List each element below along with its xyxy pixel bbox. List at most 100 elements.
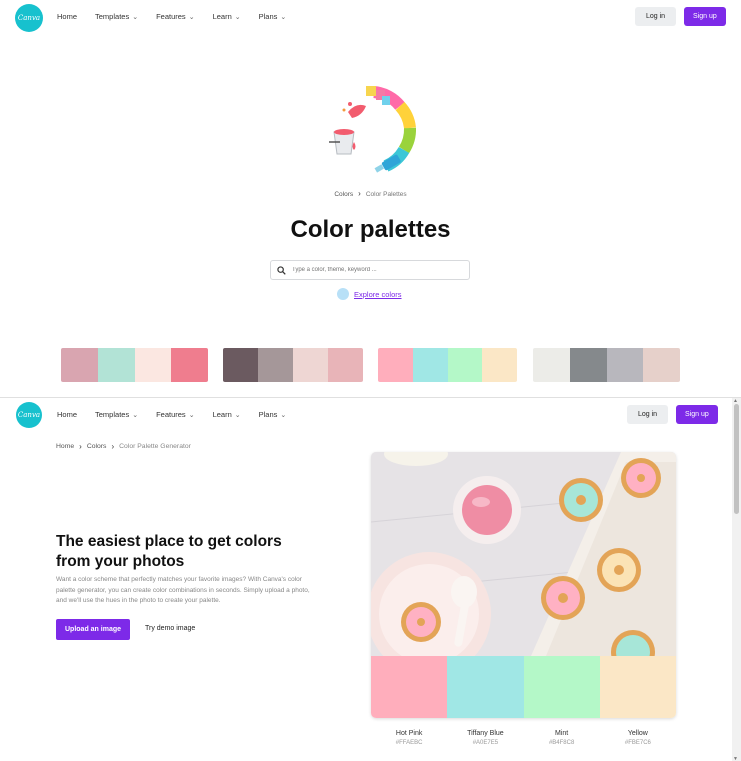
nav-item-learn[interactable]: Learn ⌄ [213,410,241,419]
chevron-down-icon: ⌄ [280,13,287,21]
palette-labels: Hot Pink #FFAEBC Tiffany Blue #A0E7E5 Mi… [371,730,676,746]
palette-swatch [171,348,208,382]
palette-swatch [606,348,644,382]
palette-swatch[interactable] [599,656,676,718]
search-box[interactable] [270,260,470,280]
palette-swatch[interactable] [371,656,448,718]
breadcrumb-current: Color Palette Generator [119,443,191,450]
palette-swatch [533,348,570,382]
color-hex[interactable]: #FBE7C6 [600,740,676,746]
main-menu: Home Templates ⌄ Features ⌄ Learn ⌄ Plans ⌄ [57,12,286,21]
color-hex[interactable]: #B4F8C8 [524,740,600,746]
breadcrumb: Home › Colors › Color Palette Generator [56,442,191,451]
color-name: Tiffany Blue [467,730,504,737]
nav-item-label: Plans [258,12,278,21]
palette-swatch [447,348,483,382]
palette-swatch [293,348,328,382]
chevron-down-icon: ⌄ [280,411,287,419]
palette-dot-icon [337,288,349,300]
generator-page: Canva Home Templates ⌄ Features ⌄ Learn ⌄ P… [0,397,741,761]
breadcrumb-current: Color Palettes [365,191,407,198]
breadcrumb: Colors › Color Palettes [0,189,741,198]
nav-item-plans[interactable]: Plans ⌄ [259,410,287,419]
canva-logo[interactable]: Canva [16,402,42,428]
nav-item-label: Templates [95,12,130,21]
chevron-right-icon: › [79,442,82,451]
palette-swatch [482,348,517,382]
color-label: Hot Pink #FFAEBC [371,730,447,746]
color-name: Yellow [627,730,648,737]
top-nav: Canva Home Templates ⌄ Features ⌄ Learn ⌄ P… [0,0,741,34]
try-demo-image-button[interactable]: Try demo image [145,625,195,632]
nav-item-label: Plans [258,410,278,419]
nav-item-home[interactable]: Home [57,410,77,419]
chevron-down-icon: ⌄ [234,13,241,21]
login-button[interactable]: Log in [627,405,669,424]
scrollbar-thumb[interactable] [734,404,739,514]
chevron-right-icon: › [111,442,115,451]
chevron-down-icon: ⌄ [132,13,139,21]
nav-item-label: Home [57,410,78,419]
palette-swatch [412,348,448,382]
chevron-right-icon: › [358,189,361,198]
palette-swatch[interactable] [447,656,524,718]
chevron-down-icon: ⌄ [132,411,139,419]
paint-bucket-illustration [329,86,416,173]
page-title: Color palettes [290,216,451,243]
palette-swatch [378,348,413,382]
color-label: Tiffany Blue #A0E7E5 [447,730,523,746]
color-name: Hot Pink [395,730,423,737]
nav-item-plans[interactable]: Plans ⌄ [259,12,287,21]
donuts-photo [371,452,676,656]
nav-item-label: Home [57,12,78,21]
nav-item-label: Features [156,12,186,21]
login-button[interactable]: Log in [635,7,677,26]
breadcrumb-colors-link[interactable]: Colors [87,443,107,450]
palette-swatch [61,348,98,382]
nav-item-home[interactable]: Home [57,12,77,21]
color-hex[interactable]: #A0E7E5 [447,740,523,746]
nav-item-templates[interactable]: Templates ⌄ [95,410,138,419]
palette-swatch [134,348,172,382]
scroll-down-arrow-icon[interactable]: ▼ [733,756,738,761]
palette-card[interactable] [378,348,517,382]
upload-image-button[interactable]: Upload an image [56,619,131,640]
chevron-down-icon: ⌄ [188,13,195,21]
signup-button[interactable]: Sign up [676,405,718,424]
generator-description: Want a color scheme that perfectly match… [56,576,310,604]
canva-logo[interactable]: Canva [15,4,43,32]
color-label: Yellow #FBE7C6 [600,730,676,746]
breadcrumb-colors-link[interactable]: Colors [334,191,353,198]
palette-swatch [223,348,258,382]
signup-button[interactable]: Sign up [684,7,726,26]
nav-item-learn[interactable]: Learn ⌄ [213,12,241,21]
palette-swatch [97,348,135,382]
extracted-palette [371,656,676,718]
main-menu: Home Templates ⌄ Features ⌄ Learn ⌄ Plans ⌄ [57,410,286,419]
search-input[interactable] [292,267,462,273]
palette-swatch [258,348,293,382]
explore-colors[interactable]: Explore colors [337,288,402,300]
color-label: Mint #B4F8C8 [524,730,600,746]
nav-item-templates[interactable]: Templates ⌄ [95,12,138,21]
nav-item-features[interactable]: Features ⌄ [156,410,194,419]
nav-item-label: Learn [212,12,232,21]
color-hex[interactable]: #FFAEBC [371,740,447,746]
chevron-down-icon: ⌄ [188,411,195,419]
nav-item-label: Features [156,410,186,419]
search-icon [277,265,286,275]
color-name: Mint [555,730,569,737]
palette-card[interactable] [533,348,680,382]
palette-card[interactable] [223,348,363,382]
palette-swatch [569,348,607,382]
scrollbar[interactable]: ▲ ▼ [732,398,741,761]
generator-title: The easiest place to get colors from you… [56,533,282,570]
demo-photo-card [371,452,676,718]
nav-item-features[interactable]: Features ⌄ [156,12,194,21]
palette-swatch [328,348,363,382]
palette-swatch [643,348,680,382]
explore-colors-link[interactable]: Explore colors [354,290,402,299]
breadcrumb-home-link[interactable]: Home [56,443,74,450]
palette-swatch[interactable] [523,656,600,718]
palette-card[interactable] [61,348,208,382]
